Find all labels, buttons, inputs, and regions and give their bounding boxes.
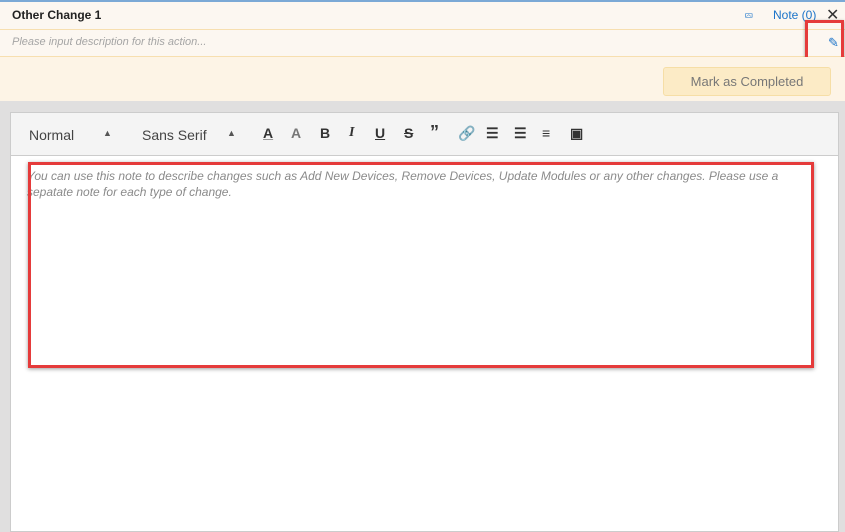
highlight-box xyxy=(805,20,844,62)
image-icon[interactable]: ▣ xyxy=(570,125,583,142)
strikethrough-icon[interactable]: S xyxy=(404,125,413,141)
italic-icon[interactable]: I xyxy=(349,125,354,141)
description-input[interactable] xyxy=(12,36,792,48)
highlight-box xyxy=(28,162,814,368)
ordered-list-icon[interactable]: ☰ xyxy=(486,125,499,142)
background-color-icon[interactable]: A xyxy=(291,125,301,141)
bold-icon[interactable]: B xyxy=(320,125,330,141)
heading-select[interactable]: Normal xyxy=(29,127,74,143)
panel-title: Other Change 1 xyxy=(12,8,102,22)
description-row: ✎ xyxy=(0,30,845,57)
mark-as-completed-button[interactable]: Mark as Completed xyxy=(663,67,831,96)
font-select-arrow-icon[interactable]: ▲ xyxy=(227,128,236,138)
align-icon[interactable]: ≡ xyxy=(542,125,550,141)
editor-toolbar: Normal ▲ Sans Serif ▲ A A B I U S ” 🔗 ☰ … xyxy=(11,113,838,156)
actions-bar: Mark as Completed xyxy=(0,57,845,101)
panel-header: Other Change 1 ⮹ Note (0) ✕ xyxy=(0,2,845,30)
heading-select-arrow-icon[interactable]: ▲ xyxy=(103,128,112,138)
text-color-icon[interactable]: A xyxy=(263,125,273,141)
share-icon[interactable]: ⮹ xyxy=(744,9,758,23)
font-select[interactable]: Sans Serif xyxy=(142,127,207,143)
link-icon[interactable]: 🔗 xyxy=(458,125,475,142)
blockquote-icon[interactable]: ” xyxy=(430,122,439,143)
underline-icon[interactable]: U xyxy=(375,125,385,141)
bullet-list-icon[interactable]: ☰ xyxy=(514,125,527,142)
